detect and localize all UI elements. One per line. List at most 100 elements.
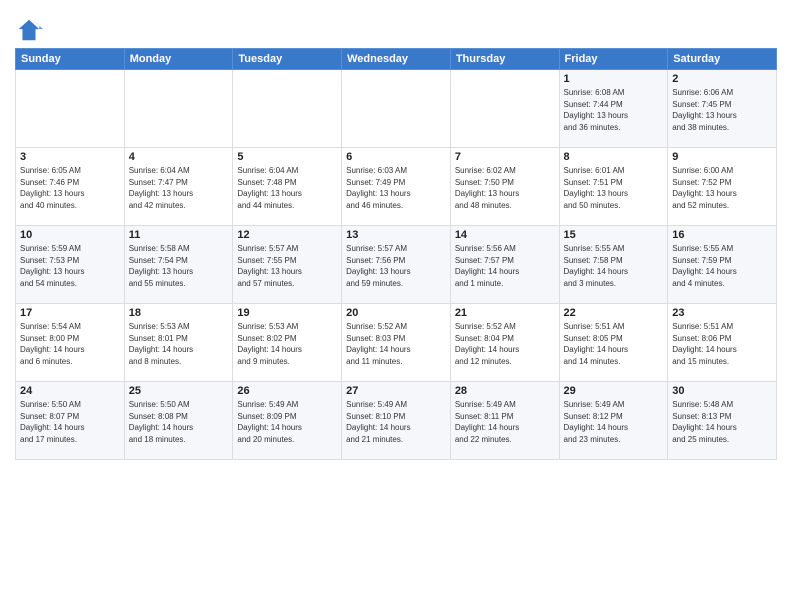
calendar-container: SundayMondayTuesdayWednesdayThursdayFrid… [0, 0, 792, 470]
day-number: 11 [129, 229, 229, 241]
calendar-cell [233, 70, 342, 148]
day-info: Sunrise: 6:00 AM Sunset: 7:52 PM Dayligh… [672, 165, 772, 211]
day-info: Sunrise: 5:59 AM Sunset: 7:53 PM Dayligh… [20, 243, 120, 289]
day-info: Sunrise: 5:49 AM Sunset: 8:12 PM Dayligh… [564, 399, 664, 445]
day-number: 3 [20, 151, 120, 163]
header [15, 10, 777, 44]
day-info: Sunrise: 5:51 AM Sunset: 8:05 PM Dayligh… [564, 321, 664, 367]
day-info: Sunrise: 5:56 AM Sunset: 7:57 PM Dayligh… [455, 243, 555, 289]
calendar-cell: 12 Sunrise: 5:57 AM Sunset: 7:55 PM Dayli… [233, 226, 342, 304]
day-info: Sunrise: 5:57 AM Sunset: 7:55 PM Dayligh… [237, 243, 337, 289]
calendar-cell [16, 70, 125, 148]
day-number: 10 [20, 229, 120, 241]
calendar-cell: 3 Sunrise: 6:05 AM Sunset: 7:46 PM Daylig… [16, 148, 125, 226]
day-number: 24 [20, 385, 120, 397]
calendar-cell: 22 Sunrise: 5:51 AM Sunset: 8:05 PM Dayli… [559, 304, 668, 382]
day-number: 23 [672, 307, 772, 319]
weekday-header-row: SundayMondayTuesdayWednesdayThursdayFrid… [16, 49, 777, 70]
week-row-4: 17Sunrise: 5:54 AM Sunset: 8:00 PM Dayli… [16, 304, 777, 382]
calendar-cell: 8 Sunrise: 6:01 AM Sunset: 7:51 PM Daylig… [559, 148, 668, 226]
day-number: 7 [455, 151, 555, 163]
day-info: Sunrise: 6:06 AM Sunset: 7:45 PM Dayligh… [672, 87, 772, 133]
day-number: 18 [129, 307, 229, 319]
calendar-cell: 20 Sunrise: 5:52 AM Sunset: 8:03 PM Dayli… [342, 304, 451, 382]
week-row-3: 10 Sunrise: 5:59 AM Sunset: 7:53 PM Dayli… [16, 226, 777, 304]
day-number: 27 [346, 385, 446, 397]
day-info: Sunrise: 6:03 AM Sunset: 7:49 PM Dayligh… [346, 165, 446, 211]
weekday-header-thursday: Thursday [450, 49, 559, 70]
weekday-header-sunday: Sunday [16, 49, 125, 70]
day-info: Sunrise: 6:04 AM Sunset: 7:48 PM Dayligh… [237, 165, 337, 211]
day-number: 25 [129, 385, 229, 397]
weekday-header-tuesday: Tuesday [233, 49, 342, 70]
calendar-cell: 27 Sunrise: 5:49 AM Sunset: 8:10 PM Dayli… [342, 382, 451, 460]
day-number: 29 [564, 385, 664, 397]
day-number: 2 [672, 73, 772, 85]
calendar-cell [342, 70, 451, 148]
day-info: Sunrise: 5:51 AM Sunset: 8:06 PM Dayligh… [672, 321, 772, 367]
day-number: 8 [564, 151, 664, 163]
day-info: Sunrise: 6:01 AM Sunset: 7:51 PM Dayligh… [564, 165, 664, 211]
day-info: Sunrise: 5:53 AM Sunset: 8:02 PM Dayligh… [237, 321, 337, 367]
calendar-cell: 6 Sunrise: 6:03 AM Sunset: 7:49 PM Daylig… [342, 148, 451, 226]
day-info: Sunrise: 6:04 AM Sunset: 7:47 PM Dayligh… [129, 165, 229, 211]
calendar-cell: 13 Sunrise: 5:57 AM Sunset: 7:56 PM Dayli… [342, 226, 451, 304]
calendar-cell: 25 Sunrise: 5:50 AM Sunset: 8:08 PM Dayli… [124, 382, 233, 460]
day-info: Sunrise: 6:05 AM Sunset: 7:46 PM Dayligh… [20, 165, 120, 211]
day-number: 21 [455, 307, 555, 319]
weekday-header-friday: Friday [559, 49, 668, 70]
calendar-cell: 30 Sunrise: 5:48 AM Sunset: 8:13 PM Dayli… [668, 382, 777, 460]
day-number: 30 [672, 385, 772, 397]
day-info: Sunrise: 5:52 AM Sunset: 8:03 PM Dayligh… [346, 321, 446, 367]
week-row-1: 1 Sunrise: 6:08 AM Sunset: 7:44 PM Daylig… [16, 70, 777, 148]
day-number: 5 [237, 151, 337, 163]
calendar-cell: 10 Sunrise: 5:59 AM Sunset: 7:53 PM Dayli… [16, 226, 125, 304]
day-info: Sunrise: 5:52 AM Sunset: 8:04 PM Dayligh… [455, 321, 555, 367]
calendar-cell [124, 70, 233, 148]
day-number: 12 [237, 229, 337, 241]
calendar-cell: 1 Sunrise: 6:08 AM Sunset: 7:44 PM Daylig… [559, 70, 668, 148]
day-info: Sunrise: 5:53 AM Sunset: 8:01 PM Dayligh… [129, 321, 229, 367]
day-number: 15 [564, 229, 664, 241]
calendar-table: SundayMondayTuesdayWednesdayThursdayFrid… [15, 48, 777, 460]
day-number: 9 [672, 151, 772, 163]
day-number: 22 [564, 307, 664, 319]
logo-icon [15, 16, 43, 44]
day-info: Sunrise: 6:02 AM Sunset: 7:50 PM Dayligh… [455, 165, 555, 211]
weekday-header-monday: Monday [124, 49, 233, 70]
day-number: 28 [455, 385, 555, 397]
calendar-cell: 19Sunrise: 5:53 AM Sunset: 8:02 PM Dayli… [233, 304, 342, 382]
day-number: 26 [237, 385, 337, 397]
day-number: 6 [346, 151, 446, 163]
day-info: Sunrise: 5:49 AM Sunset: 8:10 PM Dayligh… [346, 399, 446, 445]
day-number: 14 [455, 229, 555, 241]
calendar-cell: 17Sunrise: 5:54 AM Sunset: 8:00 PM Dayli… [16, 304, 125, 382]
day-info: Sunrise: 5:50 AM Sunset: 8:08 PM Dayligh… [129, 399, 229, 445]
calendar-cell: 28 Sunrise: 5:49 AM Sunset: 8:11 PM Dayli… [450, 382, 559, 460]
calendar-cell: 24 Sunrise: 5:50 AM Sunset: 8:07 PM Dayli… [16, 382, 125, 460]
calendar-cell [450, 70, 559, 148]
calendar-cell: 21 Sunrise: 5:52 AM Sunset: 8:04 PM Dayli… [450, 304, 559, 382]
calendar-cell: 5 Sunrise: 6:04 AM Sunset: 7:48 PM Daylig… [233, 148, 342, 226]
day-info: Sunrise: 5:57 AM Sunset: 7:56 PM Dayligh… [346, 243, 446, 289]
day-number: 4 [129, 151, 229, 163]
week-row-2: 3 Sunrise: 6:05 AM Sunset: 7:46 PM Daylig… [16, 148, 777, 226]
day-info: Sunrise: 5:54 AM Sunset: 8:00 PM Dayligh… [20, 321, 120, 367]
day-number: 20 [346, 307, 446, 319]
day-number: 1 [564, 73, 664, 85]
calendar-cell: 29 Sunrise: 5:49 AM Sunset: 8:12 PM Dayli… [559, 382, 668, 460]
calendar-cell: 18 Sunrise: 5:53 AM Sunset: 8:01 PM Dayli… [124, 304, 233, 382]
calendar-cell: 2 Sunrise: 6:06 AM Sunset: 7:45 PM Daylig… [668, 70, 777, 148]
day-info: Sunrise: 5:49 AM Sunset: 8:11 PM Dayligh… [455, 399, 555, 445]
calendar-cell: 11Sunrise: 5:58 AM Sunset: 7:54 PM Dayli… [124, 226, 233, 304]
calendar-cell: 9 Sunrise: 6:00 AM Sunset: 7:52 PM Daylig… [668, 148, 777, 226]
day-info: Sunrise: 5:50 AM Sunset: 8:07 PM Dayligh… [20, 399, 120, 445]
calendar-cell: 23 Sunrise: 5:51 AM Sunset: 8:06 PM Dayli… [668, 304, 777, 382]
day-number: 13 [346, 229, 446, 241]
day-info: Sunrise: 5:48 AM Sunset: 8:13 PM Dayligh… [672, 399, 772, 445]
weekday-header-wednesday: Wednesday [342, 49, 451, 70]
day-info: Sunrise: 5:55 AM Sunset: 7:58 PM Dayligh… [564, 243, 664, 289]
day-info: Sunrise: 6:08 AM Sunset: 7:44 PM Dayligh… [564, 87, 664, 133]
week-row-5: 24 Sunrise: 5:50 AM Sunset: 8:07 PM Dayli… [16, 382, 777, 460]
calendar-cell: 16Sunrise: 5:55 AM Sunset: 7:59 PM Dayli… [668, 226, 777, 304]
